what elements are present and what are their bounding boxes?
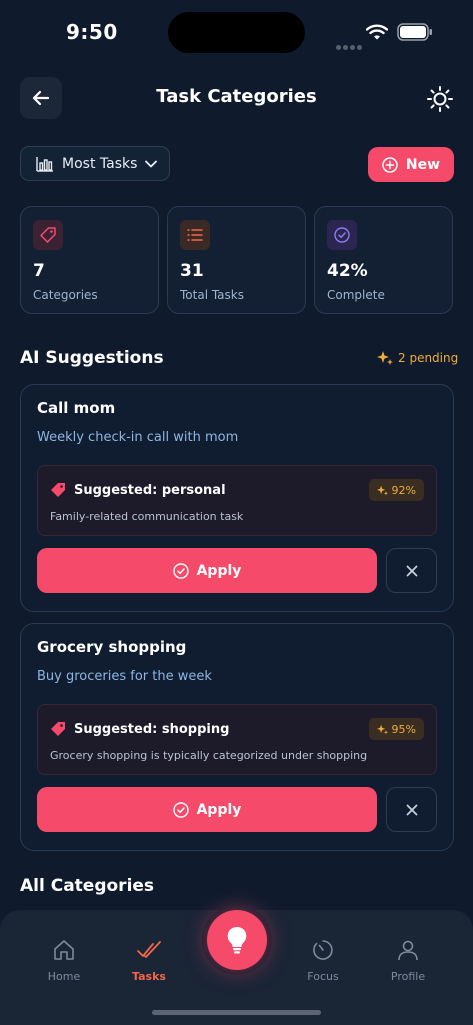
close-icon bbox=[406, 804, 417, 815]
home-indicator bbox=[152, 1010, 321, 1015]
tab-home[interactable]: Home bbox=[24, 938, 104, 983]
tab-tasks[interactable]: Tasks bbox=[109, 938, 189, 983]
apply-label: Apply bbox=[196, 801, 242, 818]
tab-label: Home bbox=[47, 970, 81, 983]
dynamic-island bbox=[168, 12, 305, 53]
stat-label: Categories bbox=[33, 288, 98, 302]
suggestion-box: Suggested: personal 92% Family-related c… bbox=[37, 465, 437, 536]
sparkles-icon bbox=[376, 724, 388, 734]
apply-button[interactable]: Apply bbox=[37, 787, 377, 832]
sort-label: Most Tasks bbox=[62, 155, 138, 172]
task-title: Call mom bbox=[37, 399, 116, 417]
confidence-badge: 92% bbox=[368, 479, 424, 501]
stat-label: Total Tasks bbox=[180, 288, 244, 302]
tab-focus[interactable]: Focus bbox=[283, 938, 363, 983]
tag-icon bbox=[51, 722, 65, 736]
chevron-down-icon bbox=[145, 160, 158, 167]
stat-value: 7 bbox=[33, 261, 45, 281]
dismiss-button[interactable] bbox=[386, 787, 437, 832]
tasks-check-icon bbox=[137, 941, 161, 958]
suggestion-card: Grocery shopping Buy groceries for the w… bbox=[20, 623, 454, 851]
stat-card-categories: 7 Categories bbox=[20, 206, 159, 314]
tab-label: Tasks bbox=[132, 970, 166, 983]
sun-icon bbox=[427, 86, 453, 112]
suggestion-card: Call mom Weekly check-in call with mom S… bbox=[20, 384, 454, 612]
confidence-value: 92% bbox=[391, 483, 416, 497]
tab-profile[interactable]: Profile bbox=[368, 938, 448, 983]
sort-dropdown[interactable]: Most Tasks bbox=[20, 146, 170, 181]
focus-timer-icon bbox=[313, 940, 333, 960]
confidence-value: 95% bbox=[391, 722, 416, 736]
wifi-icon bbox=[366, 24, 388, 40]
new-button-label: New bbox=[405, 156, 441, 173]
tag-icon bbox=[51, 483, 65, 497]
apply-button[interactable]: Apply bbox=[37, 548, 377, 593]
suggestion-reason: Family-related communication task bbox=[50, 510, 244, 523]
suggested-category: Suggested: shopping bbox=[74, 721, 230, 737]
status-time: 9:50 bbox=[66, 20, 118, 44]
ai-suggestions-heading: AI Suggestions bbox=[20, 348, 164, 368]
stat-label: Complete bbox=[327, 288, 385, 302]
tab-label: Profile bbox=[390, 970, 426, 983]
sparkles-icon bbox=[377, 351, 393, 365]
signal-dots-icon bbox=[336, 35, 364, 54]
tag-icon bbox=[33, 220, 63, 250]
confidence-badge: 95% bbox=[368, 718, 424, 740]
dismiss-button[interactable] bbox=[386, 548, 437, 593]
lightbulb-icon bbox=[227, 926, 247, 954]
apply-label: Apply bbox=[196, 562, 242, 579]
check-circle-icon bbox=[327, 220, 357, 250]
stat-value: 42% bbox=[327, 261, 368, 281]
stat-value: 31 bbox=[180, 261, 204, 281]
sparkles-icon bbox=[376, 485, 388, 495]
all-categories-heading: All Categories bbox=[20, 876, 155, 896]
theme-toggle-button[interactable] bbox=[426, 85, 454, 113]
check-circle-icon bbox=[172, 801, 189, 818]
tab-label: Focus bbox=[307, 970, 339, 983]
pending-count: 2 pending bbox=[377, 350, 458, 366]
task-description: Weekly check-in call with mom bbox=[37, 430, 239, 445]
task-description: Buy groceries for the week bbox=[37, 669, 212, 684]
task-title: Grocery shopping bbox=[37, 638, 187, 656]
bar-chart-icon bbox=[36, 156, 53, 172]
stat-card-total-tasks: 31 Total Tasks bbox=[167, 206, 306, 314]
list-icon bbox=[180, 220, 210, 250]
page-title: Task Categories bbox=[156, 86, 317, 107]
close-icon bbox=[406, 565, 417, 576]
ai-lightbulb-button[interactable] bbox=[207, 910, 267, 970]
plus-circle-icon bbox=[382, 156, 398, 173]
suggestion-reason: Grocery shopping is typically categorize… bbox=[50, 749, 368, 762]
new-category-button[interactable]: New bbox=[368, 147, 454, 182]
suggestion-box: Suggested: shopping 95% Grocery shopping… bbox=[37, 704, 437, 775]
pending-label: 2 pending bbox=[398, 351, 459, 365]
profile-icon bbox=[398, 940, 418, 961]
stat-card-complete: 42% Complete bbox=[314, 206, 453, 314]
suggested-category: Suggested: personal bbox=[74, 482, 226, 498]
battery-icon bbox=[397, 23, 432, 41]
home-icon bbox=[54, 940, 74, 960]
check-circle-icon bbox=[172, 562, 189, 579]
